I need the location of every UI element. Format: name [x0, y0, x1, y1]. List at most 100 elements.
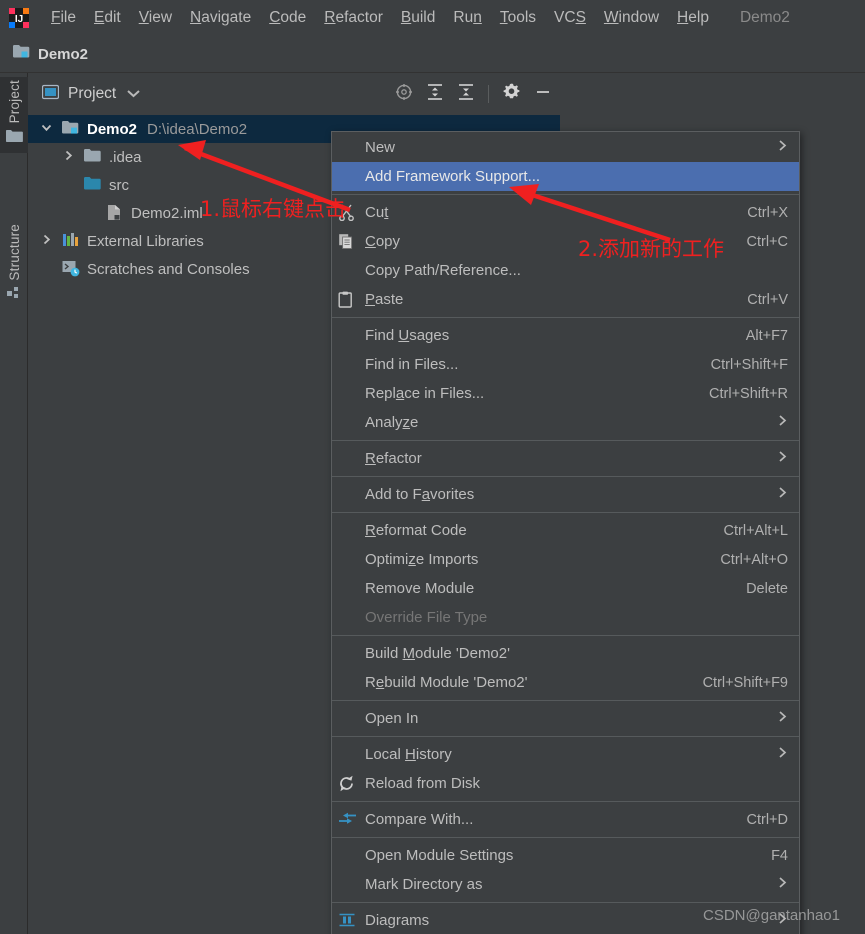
idea-window: IJ File Edit View Navigate Code Refactor Build… [0, 0, 865, 934]
menubar-item-edit[interactable]: Edit [85, 7, 130, 29]
menu-item-replace-in-files[interactable]: Replace in Files... Ctrl+Shift+R [332, 379, 799, 408]
menu-separator [332, 700, 799, 701]
menu-item-open-module-settings[interactable]: Open Module Settings F4 [332, 841, 799, 870]
folder-source-icon [84, 176, 102, 194]
folder-icon [5, 129, 23, 148]
menu-item-shortcut: Ctrl+Alt+O [720, 551, 788, 568]
collapse-all-icon[interactable] [457, 83, 475, 106]
menu-item-add-framework-support[interactable]: Add Framework Support... [332, 162, 799, 191]
folder-gray-icon [84, 148, 102, 166]
project-tool-window-header: Project [28, 73, 560, 115]
iml-file-icon [106, 204, 124, 222]
menu-item-paste[interactable]: Paste Ctrl+V [332, 285, 799, 314]
menu-item-shortcut: Ctrl+V [747, 291, 788, 308]
menu-separator [332, 194, 799, 195]
menu-item-label: Mark Directory as [365, 876, 483, 893]
sidebar-item-structure-label: Structure [6, 224, 22, 281]
context-menu[interactable]: New Add Framework Support... Cut Ctrl+X Copy… [331, 131, 800, 934]
menu-item-copy-path-reference[interactable]: Copy Path/Reference... [332, 256, 799, 285]
menubar-item-refactor[interactable]: Refactor [315, 7, 392, 29]
menu-separator [332, 635, 799, 636]
menu-item-cut[interactable]: Cut Ctrl+X [332, 198, 799, 227]
menu-item-shortcut: Ctrl+X [747, 204, 788, 221]
compare-icon [338, 811, 356, 829]
module-folder-icon [62, 120, 80, 138]
menubar-item-view[interactable]: View [130, 7, 181, 29]
expand-all-icon[interactable] [426, 83, 444, 106]
menubar-item-window[interactable]: Window [595, 7, 668, 29]
select-opened-file-icon[interactable] [395, 83, 413, 106]
tree-node-path: D:\idea\Demo2 [147, 120, 248, 138]
menu-item-add-to-favorites[interactable]: Add to Favorites [332, 480, 799, 509]
chevron-down-icon[interactable] [127, 85, 140, 103]
menubar-item-code[interactable]: Code [260, 7, 315, 29]
tree-collapsed-arrow-icon[interactable] [62, 149, 78, 165]
menu-item-mark-directory-as[interactable]: Mark Directory as [332, 870, 799, 899]
menu-item-copy[interactable]: Copy Ctrl+C [332, 227, 799, 256]
tree-node-label: src [109, 176, 129, 194]
menubar-item-file[interactable]: File [42, 7, 85, 29]
menu-item-label: Diagrams [365, 912, 430, 929]
menu-item-shortcut: Delete [746, 580, 788, 597]
menu-item-label: New [365, 139, 396, 156]
menu-item-reformat-code[interactable]: Reformat Code Ctrl+Alt+L [332, 516, 799, 545]
menu-item-label: Remove Module [365, 580, 475, 597]
sidebar-item-structure[interactable]: Structure [0, 221, 28, 311]
reload-icon [338, 775, 356, 793]
menu-item-label: Reformat Code [365, 522, 467, 539]
menu-item-compare-with[interactable]: Compare With... Ctrl+D [332, 805, 799, 834]
menu-item-label: Reload from Disk [365, 775, 481, 792]
menu-item-new[interactable]: New [332, 133, 799, 162]
menu-item-label: Replace in Files... [365, 385, 485, 402]
settings-gear-icon[interactable] [502, 82, 521, 106]
project-tool-window-title: Project [68, 85, 117, 102]
menubar-item-navigate[interactable]: Navigate [181, 7, 260, 29]
menu-item-label: Copy [365, 233, 401, 250]
menu-item-open-in[interactable]: Open In [332, 704, 799, 733]
menu-separator [332, 512, 799, 513]
menubar-item-build[interactable]: Build [392, 7, 444, 29]
sidebar-item-project[interactable]: Project [0, 77, 28, 154]
structure-icon [6, 286, 22, 306]
menu-item-shortcut: Ctrl+Shift+F9 [702, 674, 788, 691]
menu-item-shortcut: F4 [771, 847, 788, 864]
tree-expanded-arrow-icon[interactable] [40, 121, 56, 137]
menubar-item-help[interactable]: Help [668, 7, 718, 29]
hide-icon[interactable] [534, 83, 552, 106]
chevron-right-icon [755, 139, 788, 156]
menubar-item-vcs[interactable]: VCS [545, 7, 595, 29]
menu-item-reload-from-disk[interactable]: Reload from Disk [332, 769, 799, 798]
menu-item-label: Open Module Settings [365, 847, 514, 864]
libraries-icon [62, 232, 80, 250]
menu-item-label: Add Framework Support... [365, 168, 541, 185]
paste-icon [338, 291, 356, 309]
menu-item-find-in-files[interactable]: Find in Files... Ctrl+Shift+F [332, 350, 799, 379]
diagrams-icon [338, 912, 356, 930]
menu-item-analyze[interactable]: Analyze [332, 408, 799, 437]
menu-bar-items: File Edit View Navigate Code Refactor Build Run… [42, 7, 718, 29]
menu-item-find-usages[interactable]: Find Usages Alt+F7 [332, 321, 799, 350]
toolbar-divider [488, 85, 489, 103]
tree-collapsed-arrow-icon[interactable] [40, 233, 56, 249]
menu-item-label: Find in Files... [365, 356, 459, 373]
annotation-label-1: 1.鼠标右键点击 [200, 197, 347, 221]
menu-item-local-history[interactable]: Local History [332, 740, 799, 769]
menu-item-optimize-imports[interactable]: Optimize Imports Ctrl+Alt+O [332, 545, 799, 574]
watermark: CSDN@gantanhao1 [703, 907, 840, 924]
tree-node-label: External Libraries [87, 232, 204, 250]
menu-item-refactor[interactable]: Refactor [332, 444, 799, 473]
scratches-icon [62, 260, 80, 278]
menu-item-label: Cut [365, 204, 389, 221]
menu-separator [332, 476, 799, 477]
menu-item-remove-module[interactable]: Remove Module Delete [332, 574, 799, 603]
menubar-item-run[interactable]: Run [444, 7, 490, 29]
menu-item-label: Compare With... [365, 811, 474, 828]
svg-text:IJ: IJ [15, 14, 23, 25]
chevron-right-icon [755, 710, 788, 727]
menubar-item-tools[interactable]: Tools [491, 7, 545, 29]
menu-item-rebuild-module-demo2[interactable]: Rebuild Module 'Demo2' Ctrl+Shift+F9 [332, 668, 799, 697]
tool-window-sidebar: Project Structure [0, 73, 28, 934]
menu-item-build-module-demo2[interactable]: Build Module 'Demo2' [332, 639, 799, 668]
